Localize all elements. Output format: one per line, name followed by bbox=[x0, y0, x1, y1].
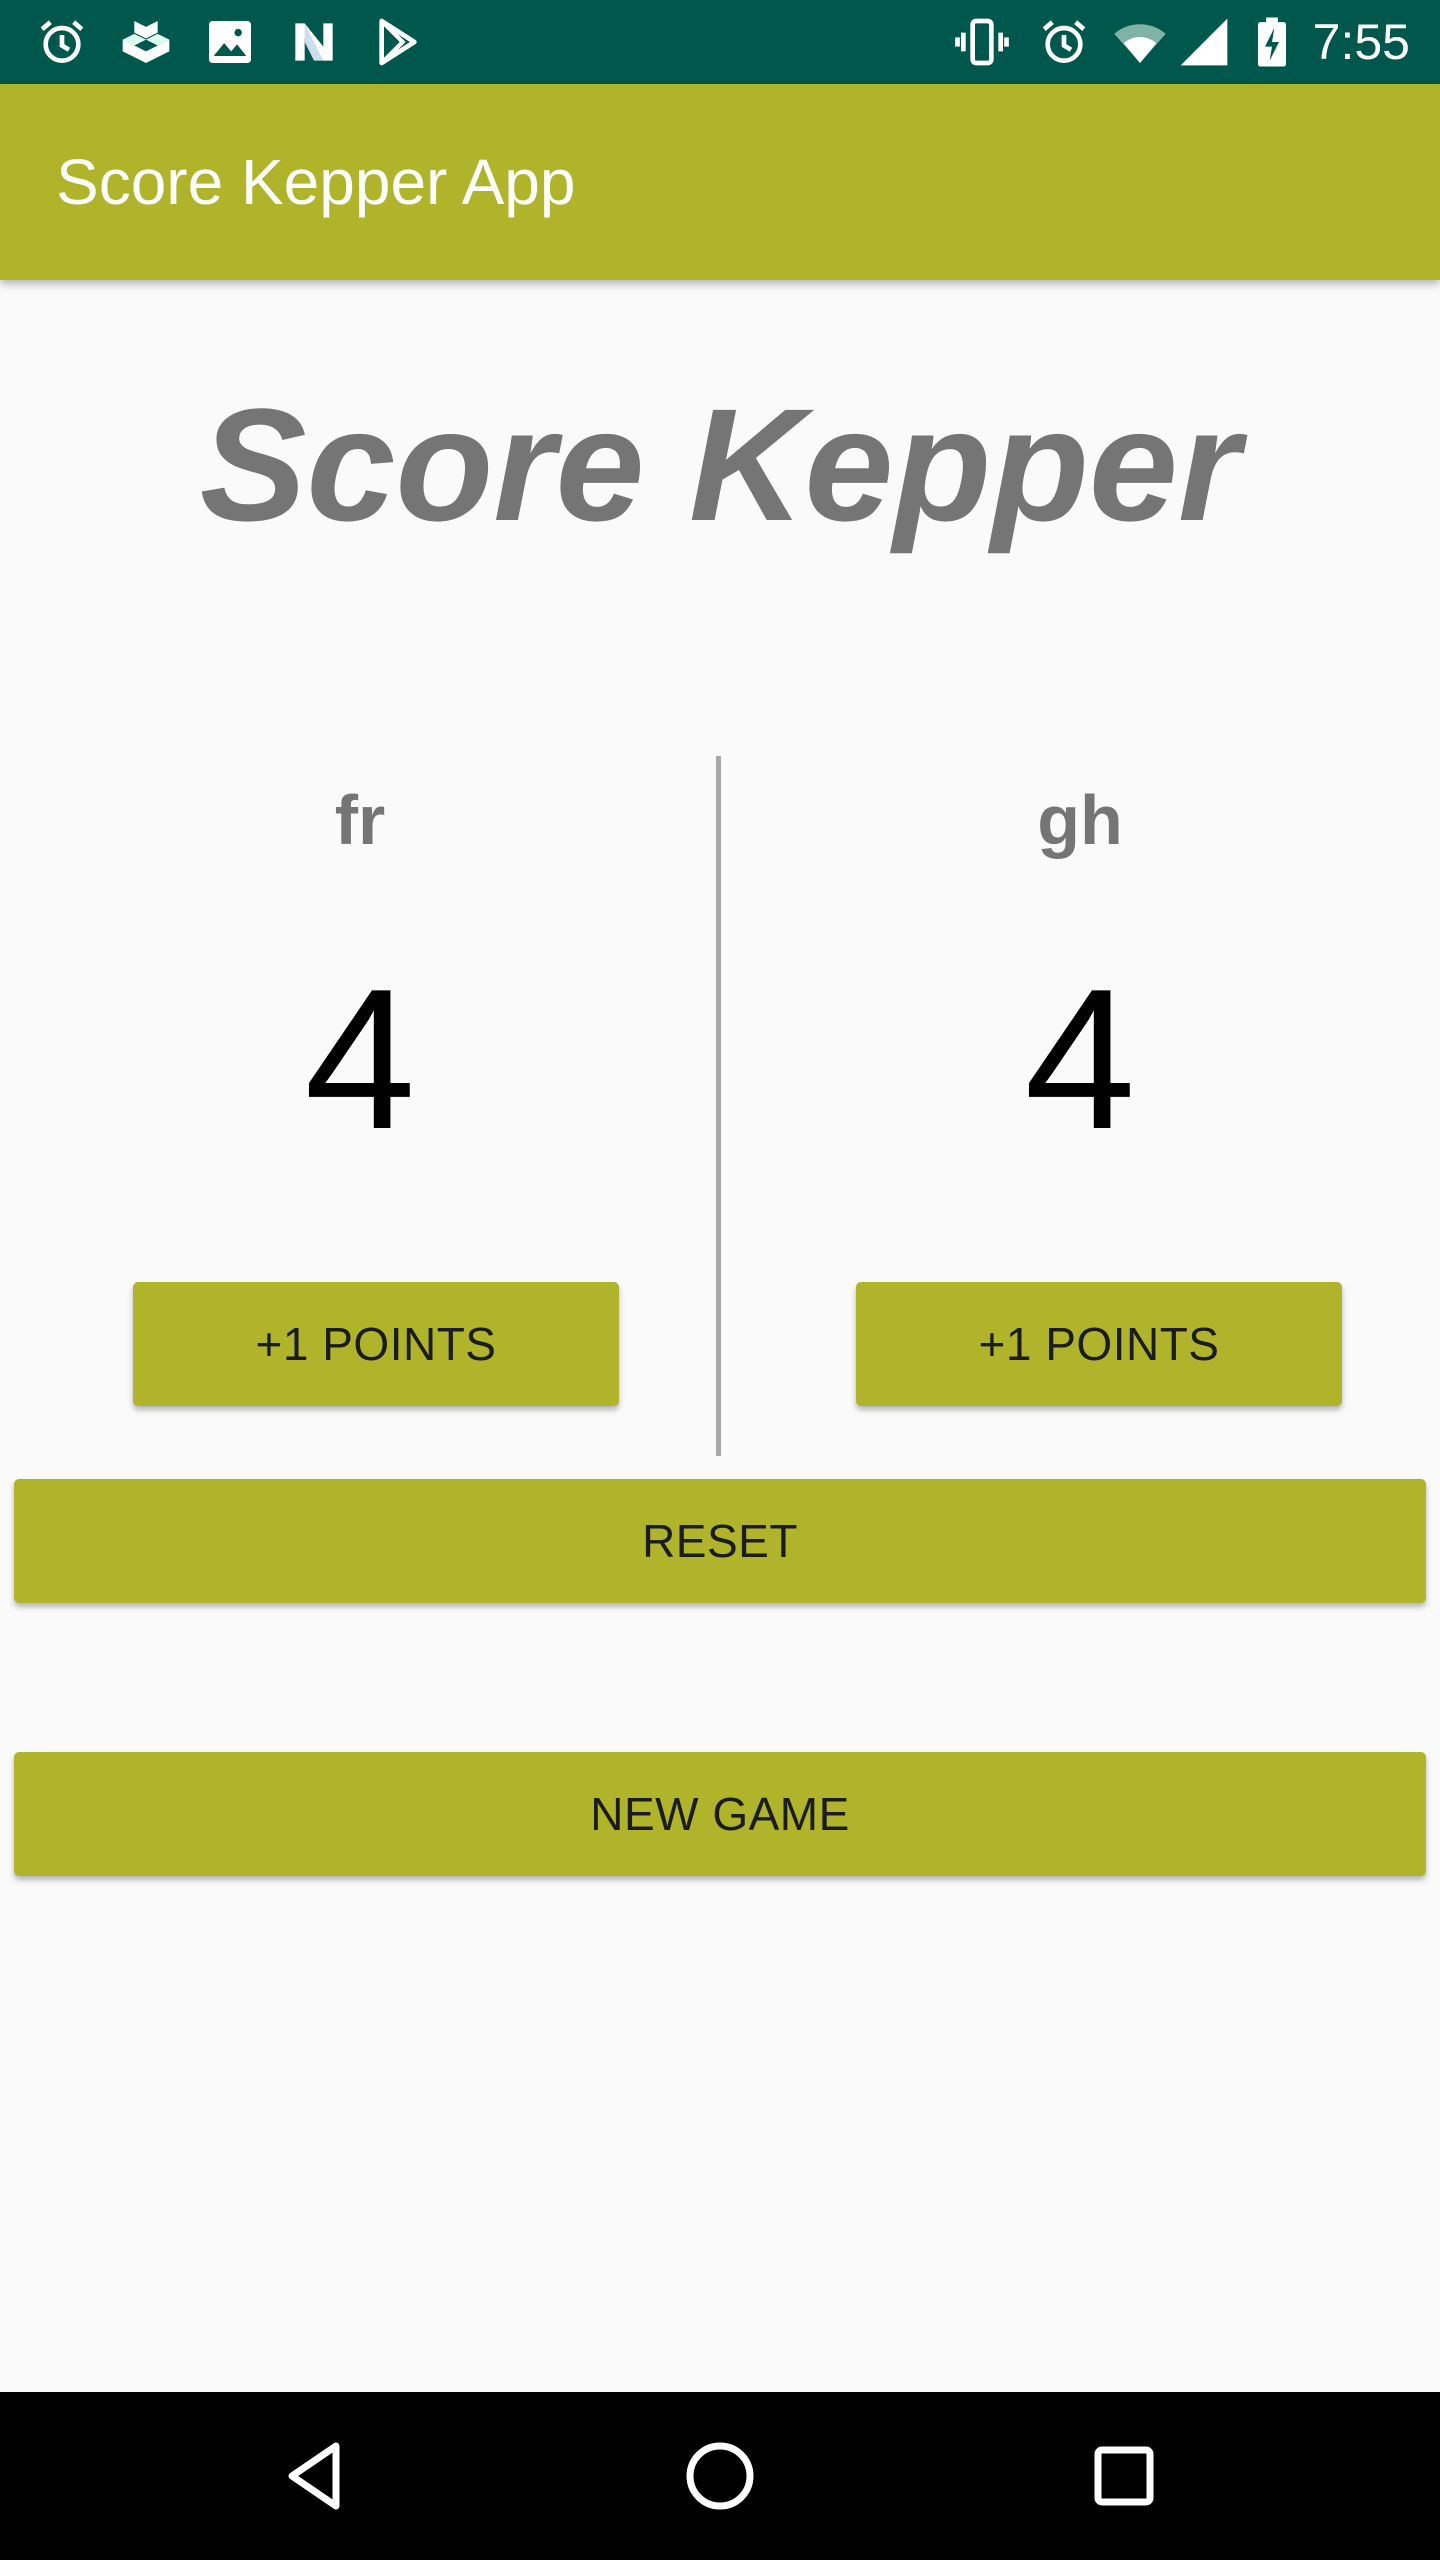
status-bar: 7:55 bbox=[0, 0, 1440, 84]
alarm-icon bbox=[34, 14, 90, 70]
team-panel-a: fr 4 +1 POINTS bbox=[0, 755, 720, 1455]
app-bar: Score Kepper App bbox=[0, 84, 1440, 280]
back-icon[interactable] bbox=[276, 2436, 356, 2516]
navigation-bar bbox=[0, 2392, 1440, 2560]
team-panel-b: gh 4 +1 POINTS bbox=[720, 755, 1440, 1455]
alarm-icon bbox=[1036, 14, 1092, 70]
team-a-score: 4 bbox=[304, 948, 416, 1171]
cell-signal-icon bbox=[1176, 14, 1232, 70]
wifi-icon bbox=[1112, 14, 1168, 70]
page-title: Score Kepper bbox=[199, 375, 1241, 554]
home-icon[interactable] bbox=[680, 2436, 760, 2516]
team-b-name: gh bbox=[1037, 781, 1123, 859]
cluster-app-icon bbox=[118, 14, 174, 70]
team-a-add-point-button[interactable]: +1 POINTS bbox=[133, 1282, 619, 1406]
team-a-name: fr bbox=[334, 781, 386, 859]
image-icon bbox=[202, 14, 258, 70]
vibrate-icon bbox=[954, 14, 1010, 70]
reset-button[interactable]: RESET bbox=[14, 1479, 1426, 1603]
play-store-icon bbox=[370, 14, 426, 70]
team-b-score: 4 bbox=[1024, 948, 1136, 1171]
n-app-icon bbox=[286, 14, 342, 70]
app-title: Score Kepper App bbox=[56, 146, 576, 218]
team-b-add-point-button[interactable]: +1 POINTS bbox=[856, 1282, 1342, 1406]
new-game-button[interactable]: NEW GAME bbox=[14, 1752, 1426, 1876]
status-time: 7:55 bbox=[1312, 14, 1410, 70]
battery-charging-icon bbox=[1244, 14, 1300, 70]
recents-icon[interactable] bbox=[1084, 2436, 1164, 2516]
